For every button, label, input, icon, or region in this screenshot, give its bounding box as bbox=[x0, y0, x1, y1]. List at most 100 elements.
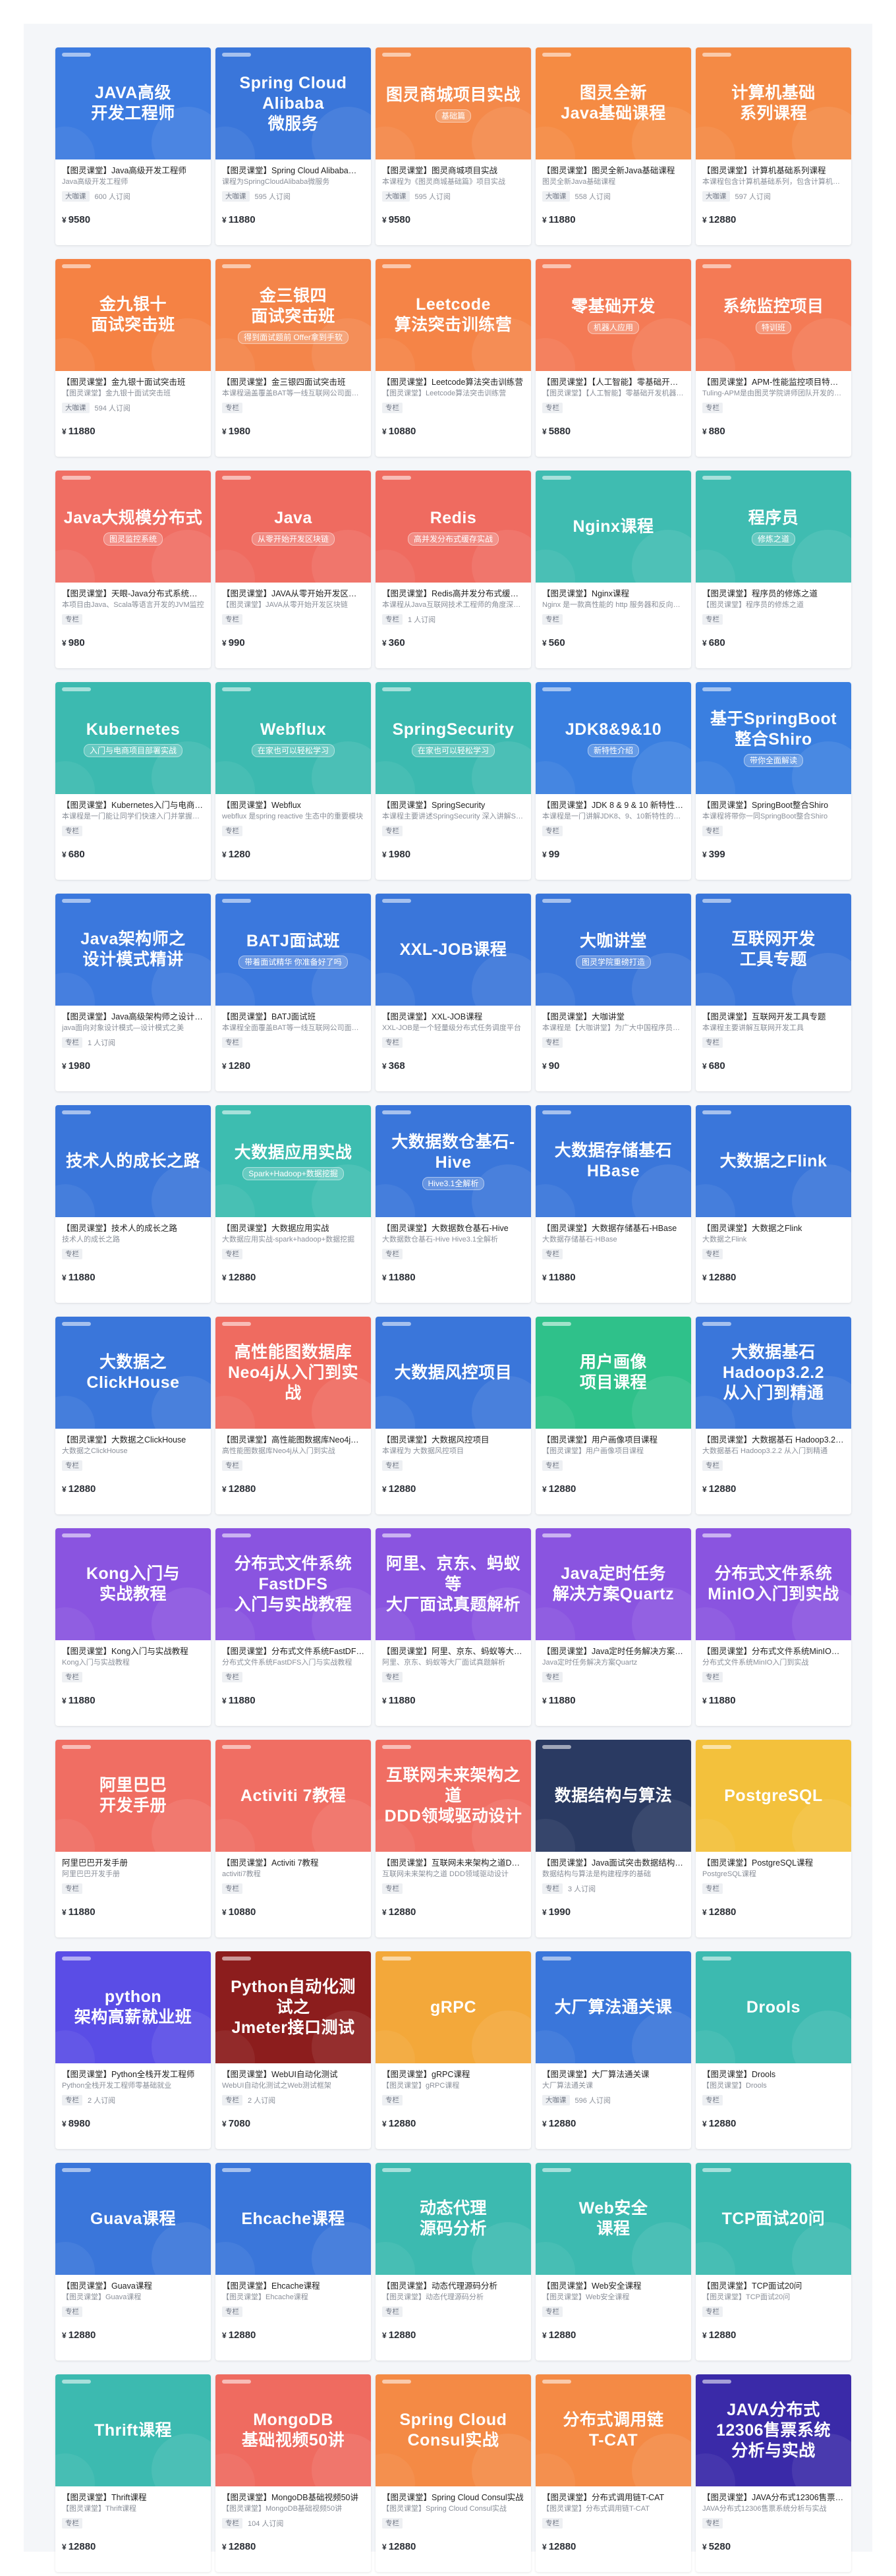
course-name[interactable]: 【图灵课堂】图灵商城项目实战 bbox=[382, 165, 524, 177]
course-name[interactable]: 【图灵课堂】金三银四面试突击班 bbox=[222, 376, 364, 388]
course-card[interactable]: 大数据存储基石 HBase 【图灵课堂】大数据存储基石-HBase 大数据存储基… bbox=[536, 1105, 691, 1303]
course-card[interactable]: Ehcache课程 【图灵课堂】Ehcache课程 【图灵课堂】Ehcache课… bbox=[215, 2163, 371, 2361]
course-card[interactable]: JDK8&9&10 新特性介绍 【图灵课堂】JDK 8 & 9 & 10 新特性… bbox=[536, 682, 691, 880]
course-card[interactable]: Activiti 7教程 【图灵课堂】Activiti 7教程 activiti… bbox=[215, 1740, 371, 1937]
course-card[interactable]: 金九银十 面试突击班 【图灵课堂】金九银十面试突击班 【图灵课堂】金九银十面试突… bbox=[55, 259, 211, 457]
course-card[interactable]: 计算机基础 系列课程 【图灵课堂】计算机基础系列课程 本课程包含计算机基础系列，… bbox=[696, 47, 851, 245]
course-cover[interactable]: 技术人的成长之路 bbox=[55, 1105, 211, 1217]
course-card[interactable]: Webflux 在家也可以轻松学习 【图灵课堂】Webflux webflux … bbox=[215, 682, 371, 880]
course-cover[interactable]: JAVA分布式 12306售票系统 分析与实战 bbox=[696, 2374, 851, 2486]
course-card[interactable]: python 架构高薪就业班 【图灵课堂】Python全栈开发工程师 Pytho… bbox=[55, 1951, 211, 2149]
course-cover[interactable]: MongoDB 基础视频50讲 bbox=[215, 2374, 371, 2486]
course-name[interactable]: 【图灵课堂】大数据应用实战 bbox=[222, 1222, 364, 1234]
course-cover[interactable]: 金九银十 面试突击班 bbox=[55, 259, 211, 371]
course-cover[interactable]: 分布式调用链 T-CAT bbox=[536, 2374, 691, 2486]
course-name[interactable]: 【图灵课堂】用户画像项目课程 bbox=[542, 1434, 685, 1446]
course-card[interactable]: 金三银四 面试突击班 得到面试题前 Offer拿到手软 【图灵课堂】金三银四面试… bbox=[215, 259, 371, 457]
course-card[interactable]: 零基础开发 机器人应用 【图灵课堂】【人工智能】零基础开发机器人应用 【图灵课堂… bbox=[536, 259, 691, 457]
course-card[interactable]: Java定时任务 解决方案Quartz 【图灵课堂】Java定时任务解决方案Qu… bbox=[536, 1528, 691, 1726]
course-cover[interactable]: Kubernetes 入门与电商项目部署实战 bbox=[55, 682, 211, 794]
course-name[interactable]: 阿里巴巴开发手册 bbox=[62, 1857, 204, 1869]
course-name[interactable]: 【图灵课堂】分布式文件系统FastDFS入门与实战教程 bbox=[222, 1646, 364, 1657]
course-card[interactable]: 分布式文件系统FastDFS 入门与实战教程 【图灵课堂】分布式文件系统Fast… bbox=[215, 1528, 371, 1726]
course-card[interactable]: 系统监控项目 特训班 【图灵课堂】APM-性能监控项目特训班 Tuling-AP… bbox=[696, 259, 851, 457]
course-name[interactable]: 【图灵课堂】TCP面试20问 bbox=[702, 2280, 845, 2292]
course-card[interactable]: 阿里巴巴 开发手册 阿里巴巴开发手册 阿里巴巴开发手册 专栏 ¥11880 bbox=[55, 1740, 211, 1937]
course-name[interactable]: 【图灵课堂】Spring Cloud Consul实战 bbox=[382, 2492, 524, 2504]
course-card[interactable]: Thrift课程 【图灵课堂】Thrift课程 【图灵课堂】Thrift课程 专… bbox=[55, 2374, 211, 2572]
course-cover[interactable]: Thrift课程 bbox=[55, 2374, 211, 2486]
course-cover[interactable]: Python自动化测试之 Jmeter接口测试 bbox=[215, 1951, 371, 2063]
course-cover[interactable]: Leetcode 算法突击训练营 bbox=[376, 259, 531, 371]
course-name[interactable]: 【图灵课堂】大数据数仓基石-Hive bbox=[382, 1222, 524, 1234]
course-cover[interactable]: 零基础开发 机器人应用 bbox=[536, 259, 691, 371]
course-cover[interactable]: 图灵全新 Java基础课程 bbox=[536, 47, 691, 159]
course-card[interactable]: 大数据基石 Hadoop3.2.2 从入门到精通 【图灵课堂】大数据基石 Had… bbox=[696, 1317, 851, 1514]
course-cover[interactable]: Spring Cloud Alibaba 微服务 bbox=[215, 47, 371, 159]
course-name[interactable]: 【图灵课堂】Ehcache课程 bbox=[222, 2280, 364, 2292]
course-name[interactable]: 【图灵课堂】Drools bbox=[702, 2069, 845, 2080]
course-cover[interactable]: 阿里、京东、蚂蚁等 大厂面试真题解析 bbox=[376, 1528, 531, 1640]
course-name[interactable]: 【图灵课堂】高性能图数据库Neo4j从入门到实战 bbox=[222, 1434, 364, 1446]
course-card[interactable]: Spring Cloud Alibaba 微服务 【图灵课堂】Spring Cl… bbox=[215, 47, 371, 245]
course-name[interactable]: 【图灵课堂】大数据之Flink bbox=[702, 1222, 845, 1234]
course-name[interactable]: 【图灵课堂】Java面试突击数据结构与算法 bbox=[542, 1857, 685, 1869]
course-card[interactable]: Web安全 课程 【图灵课堂】Web安全课程 【图灵课堂】Web安全课程 专栏 … bbox=[536, 2163, 691, 2361]
course-cover[interactable]: PostgreSQL bbox=[696, 1740, 851, 1852]
course-cover[interactable]: JAVA高级 开发工程师 bbox=[55, 47, 211, 159]
course-card[interactable]: Java 从零开始开发区块链 【图灵课堂】JAVA从零开始开发区块链 【图灵课堂… bbox=[215, 471, 371, 668]
course-name[interactable]: 【图灵课堂】JDK 8 & 9 & 10 新特性介绍 bbox=[542, 799, 685, 811]
course-card[interactable]: Nginx课程 【图灵课堂】Nginx课程 Nginx 是一款高性能的 http… bbox=[536, 471, 691, 668]
course-name[interactable]: 【图灵课堂】程序员的修炼之道 bbox=[702, 588, 845, 600]
course-card[interactable]: Java架构师之 设计模式精讲 【图灵课堂】Java高级架构师之设计模式精讲 j… bbox=[55, 894, 211, 1091]
course-card[interactable]: Kong入门与 实战教程 【图灵课堂】Kong入门与实战教程 Kong入门与实战… bbox=[55, 1528, 211, 1726]
course-cover[interactable]: 大数据基石 Hadoop3.2.2 从入门到精通 bbox=[696, 1317, 851, 1429]
course-name[interactable]: 【图灵课堂】Nginx课程 bbox=[542, 588, 685, 600]
course-cover[interactable]: Redis 高并发分布式缓存实战 bbox=[376, 471, 531, 583]
course-cover[interactable]: 图灵商城项目实战 基础篇 bbox=[376, 47, 531, 159]
course-card[interactable]: 大数据之Flink 【图灵课堂】大数据之Flink 大数据之Flink 专栏 ¥… bbox=[696, 1105, 851, 1303]
course-card[interactable]: 大数据风控项目 【图灵课堂】大数据风控项目 本课程为 大数据风控项目 专栏 ¥1… bbox=[376, 1317, 531, 1514]
course-name[interactable]: 【图灵课堂】大数据风控项目 bbox=[382, 1434, 524, 1446]
course-cover[interactable]: gRPC bbox=[376, 1951, 531, 2063]
course-cover[interactable]: 用户画像 项目课程 bbox=[536, 1317, 691, 1429]
course-card[interactable]: Python自动化测试之 Jmeter接口测试 【图灵课堂】WebUI自动化测试… bbox=[215, 1951, 371, 2149]
course-cover[interactable]: Java架构师之 设计模式精讲 bbox=[55, 894, 211, 1006]
course-card[interactable]: 图灵全新 Java基础课程 【图灵课堂】图灵全新Java基础课程 图灵全新Jav… bbox=[536, 47, 691, 245]
course-name[interactable]: 【图灵课堂】APM-性能监控项目特训班 bbox=[702, 376, 845, 388]
course-name[interactable]: 【图灵课堂】Java高级架构师之设计模式精讲 bbox=[62, 1011, 204, 1023]
course-name[interactable]: 【图灵课堂】Guava课程 bbox=[62, 2280, 204, 2292]
course-cover[interactable]: python 架构高薪就业班 bbox=[55, 1951, 211, 2063]
course-card[interactable]: 阿里、京东、蚂蚁等 大厂面试真题解析 【图灵课堂】阿里、京东、蚂蚁等大厂面试真题… bbox=[376, 1528, 531, 1726]
course-name[interactable]: 【图灵课堂】分布式调用链T-CAT bbox=[542, 2492, 685, 2504]
course-cover[interactable]: 互联网开发 工具专题 bbox=[696, 894, 851, 1006]
course-name[interactable]: 【图灵课堂】大咖讲堂 bbox=[542, 1011, 685, 1023]
course-cover[interactable]: Spring Cloud Consul实战 bbox=[376, 2374, 531, 2486]
course-name[interactable]: 【图灵课堂】Webflux bbox=[222, 799, 364, 811]
course-card[interactable]: Leetcode 算法突击训练营 【图灵课堂】Leetcode算法突击训练营 【… bbox=[376, 259, 531, 457]
course-cover[interactable]: Ehcache课程 bbox=[215, 2163, 371, 2275]
course-cover[interactable]: Webflux 在家也可以轻松学习 bbox=[215, 682, 371, 794]
course-card[interactable]: 用户画像 项目课程 【图灵课堂】用户画像项目课程 【图灵课堂】用户画像项目课程 … bbox=[536, 1317, 691, 1514]
course-name[interactable]: 【图灵课堂】Web安全课程 bbox=[542, 2280, 685, 2292]
course-card[interactable]: 分布式文件系统 MinIO入门到实战 【图灵课堂】分布式文件系统MinIO入门到… bbox=[696, 1528, 851, 1726]
course-card[interactable]: 大咖讲堂 图灵学院重磅打造 【图灵课堂】大咖讲堂 本课程是【大咖讲堂】为广大中国… bbox=[536, 894, 691, 1091]
course-cover[interactable]: JDK8&9&10 新特性介绍 bbox=[536, 682, 691, 794]
course-cover[interactable]: Java定时任务 解决方案Quartz bbox=[536, 1528, 691, 1640]
course-name[interactable]: 【图灵课堂】大厂算法通关课 bbox=[542, 2069, 685, 2080]
course-card[interactable]: 数据结构与算法 【图灵课堂】Java面试突击数据结构与算法 数据结构与算法是构建… bbox=[536, 1740, 691, 1937]
course-cover[interactable]: Drools bbox=[696, 1951, 851, 2063]
course-card[interactable]: BATJ面试班 带着面试精华 你准备好了吗 【图灵课堂】BATJ面试班 本课程全… bbox=[215, 894, 371, 1091]
course-cover[interactable]: Guava课程 bbox=[55, 2163, 211, 2275]
course-name[interactable]: 【图灵课堂】Redis高并发分布式缓存实战 bbox=[382, 588, 524, 600]
course-cover[interactable]: 大数据之 ClickHouse bbox=[55, 1317, 211, 1429]
course-name[interactable]: 【图灵课堂】Spring Cloud Alibaba微服务 bbox=[222, 165, 364, 177]
course-card[interactable]: 基于SpringBoot 整合Shiro 带你全面解读 【图灵课堂】Spring… bbox=[696, 682, 851, 880]
course-name[interactable]: 【图灵课堂】动态代理源码分析 bbox=[382, 2280, 524, 2292]
course-card[interactable]: 程序员 修炼之道 【图灵课堂】程序员的修炼之道 【图灵课堂】程序员的修炼之道 专… bbox=[696, 471, 851, 668]
course-cover[interactable]: 分布式文件系统FastDFS 入门与实战教程 bbox=[215, 1528, 371, 1640]
course-cover[interactable]: BATJ面试班 带着面试精华 你准备好了吗 bbox=[215, 894, 371, 1006]
course-name[interactable]: 【图灵课堂】分布式文件系统MinIO入门到实战 bbox=[702, 1646, 845, 1657]
course-name[interactable]: 【图灵课堂】Java定时任务解决方案Quartz bbox=[542, 1646, 685, 1657]
course-card[interactable]: 分布式调用链 T-CAT 【图灵课堂】分布式调用链T-CAT 【图灵课堂】分布式… bbox=[536, 2374, 691, 2572]
